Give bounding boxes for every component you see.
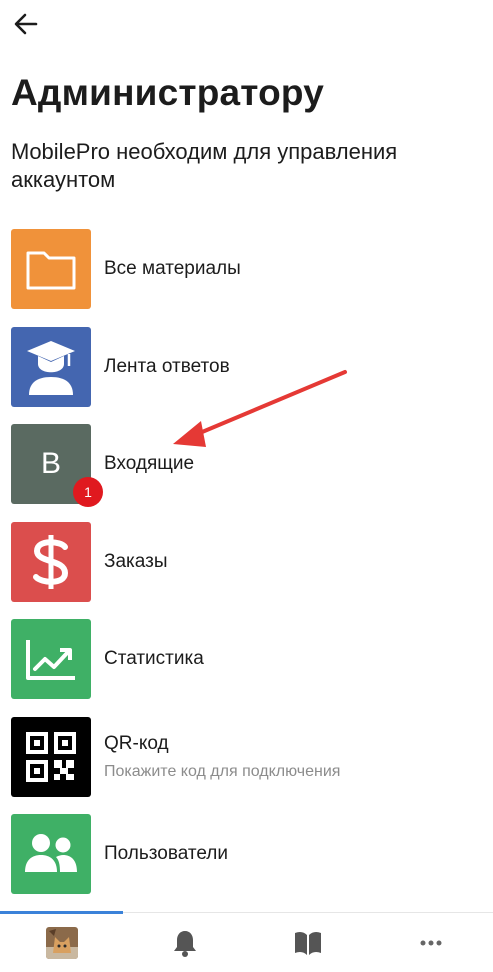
menu-item-statistics[interactable]: Статистика [11, 619, 483, 699]
tab-notifications[interactable] [123, 913, 246, 972]
qr-code-icon [26, 731, 76, 782]
graduate-tile [11, 326, 91, 407]
dollar-tile [11, 521, 91, 602]
bottom-tab-bar [0, 911, 493, 972]
menu-item-sublabel: Покажите код для подключения [104, 762, 341, 780]
tab-more[interactable] [370, 913, 493, 972]
dollar-icon [33, 534, 69, 589]
admin-menu: Все материалы Лента ответов B 1 Входящие [11, 229, 483, 912]
bell-icon [173, 930, 196, 957]
users-tile [11, 814, 91, 894]
users-icon [25, 834, 77, 872]
menu-item-answers-feed[interactable]: Лента ответов [11, 326, 483, 407]
tab-profile[interactable] [0, 913, 123, 972]
more-icon [420, 940, 442, 945]
graduate-icon [27, 340, 75, 395]
letter-b-icon: B [40, 447, 61, 480]
tab-library[interactable] [247, 913, 370, 972]
page-subtitle: MobilePro необходим для управления аккау… [11, 139, 398, 192]
menu-item-label: Лента ответов [104, 355, 230, 377]
menu-item-all-materials[interactable]: Все материалы [11, 229, 483, 309]
menu-item-label: Все материалы [104, 258, 241, 279]
menu-item-qr-code[interactable]: QR-код Покажите код для подключения [11, 716, 483, 797]
back-button[interactable] [10, 8, 42, 40]
menu-item-users[interactable]: Пользователи [11, 814, 483, 894]
menu-item-inbox[interactable]: B 1 Входящие [11, 424, 483, 507]
unread-badge: 1 [73, 477, 103, 507]
chart-tile [11, 619, 91, 699]
menu-item-label: Статистика [104, 648, 204, 669]
avatar [45, 926, 78, 959]
page-title: Администратору [11, 72, 325, 113]
active-tab-indicator [0, 911, 123, 914]
menu-item-label: QR-код [104, 732, 169, 754]
folder-tile [11, 229, 91, 309]
chart-trend-icon [26, 640, 75, 680]
menu-item-orders[interactable]: Заказы [11, 521, 483, 602]
book-icon [295, 931, 322, 955]
inbox-tile: B 1 [11, 424, 103, 507]
menu-item-label: Заказы [104, 550, 168, 572]
folder-icon [26, 251, 76, 290]
qr-tile [11, 716, 91, 797]
menu-item-label: Пользователи [104, 843, 229, 864]
arrow-left-icon [14, 13, 38, 35]
menu-item-label: Входящие [104, 453, 195, 474]
